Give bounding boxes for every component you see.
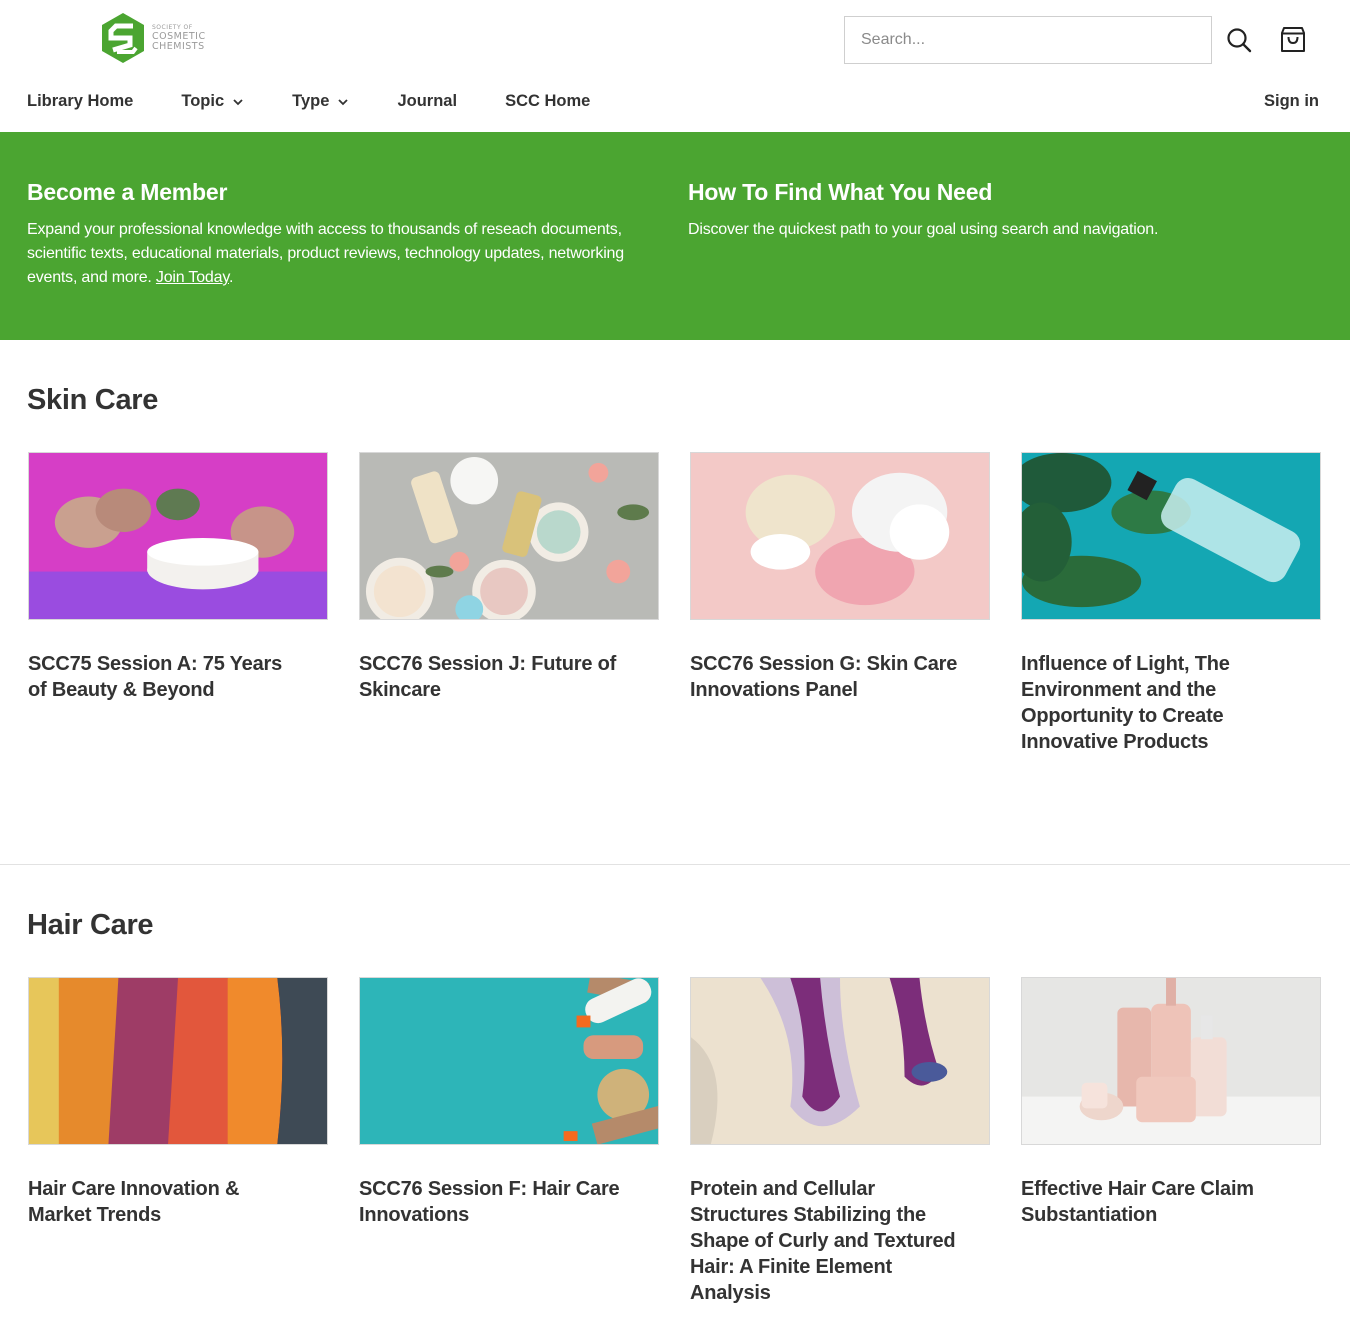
nav-journal[interactable]: Journal: [397, 92, 457, 111]
scc-logo[interactable]: SOCIETY OF COSMETIC CHEMISTS: [100, 12, 206, 64]
find-promo-text: Discover the quickest path to your goal …: [688, 221, 1159, 238]
find-promo: How To Find What You Need Discover the q…: [688, 176, 1328, 242]
hair-tools-image: [359, 977, 659, 1145]
member-promo-period: .: [228, 269, 234, 286]
hair-follicle-micrograph-image: [690, 977, 990, 1145]
card-skin-care-3[interactable]: SCC76 Session G: Skin Care Innovations P…: [690, 452, 990, 755]
card-hair-care-3[interactable]: Protein and Cellular Structures Stabiliz…: [690, 977, 990, 1306]
card-title: Influence of Light, The Environment and …: [1021, 653, 1230, 753]
logo-line-2: COSMETIC: [152, 30, 206, 42]
member-promo: Become a Member Expand your professional…: [27, 176, 667, 290]
card-title: SCC76 Session G: Skin Care Innovations P…: [690, 653, 958, 701]
logo-line-1: SOCIETY OF: [152, 23, 193, 31]
site-header: SOCIETY OF COSMETIC CHEMISTS Library Hom…: [0, 0, 1350, 132]
bottle-with-leaves-image: [1021, 452, 1321, 620]
nav-scc-home[interactable]: SCC Home: [505, 92, 590, 111]
search-icon[interactable]: [1223, 24, 1255, 56]
member-promo-title: Become a Member: [27, 179, 228, 205]
skin-care-grid: SCC75 Session A: 75 Years of Beauty & Be…: [28, 452, 1321, 755]
promo-banner: Become a Member Expand your professional…: [0, 132, 1350, 340]
member-promo-text: Expand your professional knowledge with …: [27, 218, 667, 290]
nav-label: Journal: [397, 91, 458, 110]
main-nav: Library Home Topic Type Journal SCC Home: [27, 88, 638, 114]
card-title: Effective Hair Care Claim Substantiation: [1021, 1178, 1254, 1226]
logo-line-3: CHEMISTS: [152, 41, 205, 52]
section-title-skin-care: Skin Care: [27, 384, 159, 416]
nav-topic[interactable]: Topic: [181, 92, 244, 111]
colorful-hair-image: [28, 977, 328, 1145]
nav-label: Topic: [181, 91, 225, 110]
shopping-bag-icon[interactable]: [1277, 24, 1309, 56]
card-hair-care-4[interactable]: Effective Hair Care Claim Substantiation: [1021, 977, 1321, 1306]
sign-in-link[interactable]: Sign in: [1264, 88, 1319, 114]
card-title: Hair Care Innovation & Market Trends: [28, 1178, 240, 1226]
nav-label: Type: [292, 91, 330, 110]
card-hair-care-1[interactable]: Hair Care Innovation & Market Trends: [28, 977, 328, 1306]
cosmetic-products-flatlay-image: [359, 452, 659, 620]
nav-label: SCC Home: [505, 91, 591, 110]
section-divider: [0, 864, 1350, 865]
logo-wordmark: SOCIETY OF COSMETIC CHEMISTS: [152, 23, 206, 52]
card-title: Protein and Cellular Structures Stabiliz…: [690, 1178, 956, 1304]
cream-jar-with-flowers-image: [28, 452, 328, 620]
pink-hair-products-image: [1021, 977, 1321, 1145]
cream-swatches-image: [690, 452, 990, 620]
card-title: SCC76 Session F: Hair Care Innovations: [359, 1178, 620, 1226]
scc-logo-icon: [100, 12, 146, 64]
card-title: SCC75 Session A: 75 Years of Beauty & Be…: [28, 653, 283, 701]
chevron-down-icon: [232, 92, 244, 111]
card-skin-care-2[interactable]: SCC76 Session J: Future of Skincare: [359, 452, 659, 755]
card-title: SCC76 Session J: Future of Skincare: [359, 653, 617, 701]
card-skin-care-4[interactable]: Influence of Light, The Environment and …: [1021, 452, 1321, 755]
hair-care-grid: Hair Care Innovation & Market Trends SCC…: [28, 977, 1321, 1306]
join-today-link[interactable]: Join Today: [156, 269, 229, 286]
nav-library-home[interactable]: Library Home: [27, 92, 133, 111]
chevron-down-icon: [337, 92, 349, 111]
search-input[interactable]: [845, 17, 1211, 63]
find-promo-title: How To Find What You Need: [688, 179, 993, 205]
section-title-hair-care: Hair Care: [27, 909, 154, 941]
search-box: [844, 16, 1212, 64]
nav-type[interactable]: Type: [292, 92, 349, 111]
nav-label: Library Home: [27, 91, 134, 110]
member-promo-body: Expand your professional knowledge with …: [27, 221, 624, 286]
card-skin-care-1[interactable]: SCC75 Session A: 75 Years of Beauty & Be…: [28, 452, 328, 755]
card-hair-care-2[interactable]: SCC76 Session F: Hair Care Innovations: [359, 977, 659, 1306]
